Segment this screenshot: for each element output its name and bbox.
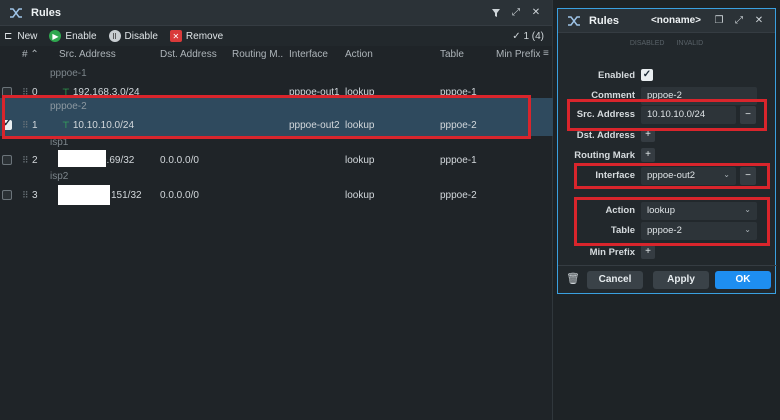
rule-detail-window: Rules <noname> ❐ ⤢ ✕ DISABLED INVALID En… [557,8,777,294]
col-header-dst[interactable]: Dst. Address [160,49,217,60]
rules-toolbar: ⊏ New ▶ Enable II Disable ✕ Remove ✓ 1 (… [0,26,552,46]
invalid-flag: INVALID [676,40,704,47]
disable-button[interactable]: II Disable [108,30,158,42]
redaction [58,150,106,167]
add-min-prefix-button[interactable]: + [641,245,655,259]
add-routing-mark-button[interactable]: + [641,148,655,162]
play-icon: ▶ [49,30,62,42]
trash-icon[interactable]: 🗑 [566,272,580,285]
close-icon[interactable]: ✕ [526,4,546,22]
col-header-min-prefix[interactable]: Min Prefix [496,49,540,60]
rules-app-icon [6,4,26,22]
window-title: Rules [31,6,61,19]
selection-count: ✓ 1 (4) [512,30,544,42]
col-header-routing-mark[interactable]: Routing M... [232,49,284,60]
group-label: pppoe-1 [50,68,87,79]
col-header-table[interactable]: Table [440,49,464,60]
rules-titlebar: Rules ⤢ ✕ [0,0,552,26]
enabled-checkbox[interactable]: ✓ [641,69,653,81]
row-checkbox[interactable] [2,155,12,165]
highlight-box [574,163,770,189]
col-header-src[interactable]: Src. Address [59,49,116,60]
col-header-num[interactable]: # ⌃ [22,49,39,60]
restore-icon[interactable]: ⤢ [506,4,526,22]
drag-handle-icon[interactable]: ⠿ [22,155,29,166]
disabled-flag: DISABLED [629,40,665,47]
pause-icon: II [108,30,121,42]
filter-icon[interactable] [486,4,506,22]
table-row[interactable]: ⠿ 2 9.69/32 0.0.0.0/0 lookup pppoe-1 [0,150,553,170]
columns-menu-icon[interactable]: ≡ [543,48,549,59]
redaction [58,185,110,205]
apply-button[interactable]: Apply [653,271,709,289]
col-header-interface[interactable]: Interface [289,49,328,60]
sort-asc-icon: ⌃ [30,49,39,60]
col-header-action[interactable]: Action [345,49,373,60]
check-icon: ✓ [512,30,524,42]
detail-footer: 🗑 Cancel Apply OK [558,265,777,293]
drag-handle-icon[interactable]: ⠿ [22,190,29,201]
new-button[interactable]: ⊏ New [4,31,37,42]
enable-button[interactable]: ▶ Enable [49,30,97,42]
highlight-box [2,95,531,139]
copy-icon[interactable]: ❐ [709,12,729,30]
row-checkbox[interactable] [2,190,12,200]
detail-title: Rules [589,14,619,27]
ok-button[interactable]: OK [715,271,771,289]
close-icon[interactable]: ✕ [749,12,769,30]
cancel-button[interactable]: Cancel [587,271,643,289]
remove-icon: ✕ [169,30,182,42]
highlight-box [567,99,767,131]
remove-button[interactable]: ✕ Remove [169,30,223,42]
highlight-box [574,197,770,246]
min-prefix-row: Min Prefix + [558,244,777,262]
detail-titlebar: Rules <noname> ❐ ⤢ ✕ [558,9,775,33]
table-header: # ⌃ Src. Address Dst. Address Routing M.… [0,46,553,64]
rules-window: Rules ⤢ ✕ ⊏ New ▶ Enable II Disable ✕ Re… [0,0,553,420]
rule-name: <noname> [650,15,701,26]
restore-icon[interactable]: ⤢ [729,12,749,30]
table-row[interactable]: ⠿ 3 151/32 0.0.0.0/0 lookup pppoe-2 [0,185,553,205]
enabled-row: Enabled ✓ [598,69,653,81]
group-label: isp2 [50,171,69,182]
status-flags: DISABLED INVALID [558,40,775,54]
new-icon: ⊏ [4,30,13,42]
rules-app-icon [564,12,584,30]
